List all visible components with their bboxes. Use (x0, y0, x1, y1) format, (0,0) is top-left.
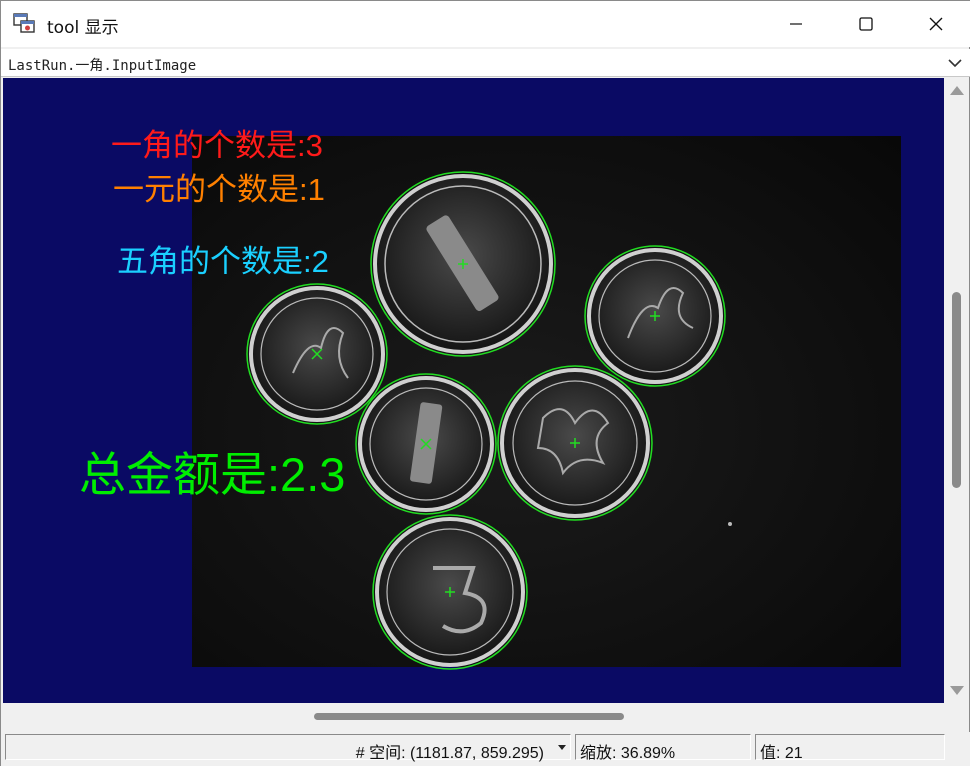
vertical-scroll-thumb[interactable] (952, 292, 961, 488)
image-display-canvas[interactable]: 一角的个数是:3 一元的个数是:1 五角的个数是:2 总金额是:2.3 (3, 78, 944, 703)
coin-1jiao-middle (355, 373, 497, 515)
pixel-value-readout: 值: 21 (760, 745, 803, 762)
tool-display-window: tool 显示 LastRun.一角.InputImage 一角的个数是:3 一… (0, 0, 970, 766)
title-bar[interactable]: tool 显示 (1, 1, 970, 47)
chevron-down-icon[interactable] (945, 53, 965, 73)
status-bar: # 空间: (1181.87, 859.295) 缩放: 36.89% 值: 2… (1, 732, 970, 766)
coin-1yuan (370, 171, 556, 357)
pixel-value-pane: 值: 21 (755, 734, 945, 762)
coin-1jiao-left (246, 283, 388, 425)
yuan-count-label: 一元的个数是:1 (113, 172, 325, 207)
coin-5jiao-top (584, 245, 726, 387)
horizontal-scrollbar[interactable] (3, 703, 944, 731)
coordinate-readout: # 空间: (1181.87, 859.295) (355, 745, 544, 762)
horizontal-scroll-thumb[interactable] (314, 713, 624, 720)
maximize-button[interactable] (831, 1, 901, 47)
wujiao-count-label: 五角的个数是:2 (117, 244, 329, 279)
close-button[interactable] (901, 1, 970, 47)
minimize-icon (790, 23, 802, 25)
vertical-scrollbar[interactable] (945, 78, 969, 703)
total-amount-label: 总金额是:2.3 (79, 448, 346, 501)
coordinate-space-selector[interactable]: # 空间: (1181.87, 859.295) (5, 734, 571, 762)
window-title: tool 显示 (47, 18, 119, 38)
zoom-readout: 缩放: 36.89% (580, 745, 676, 762)
display-window-icon (13, 13, 35, 33)
maximize-icon (859, 17, 873, 31)
image-selector-dropdown[interactable]: LastRun.一角.InputImage (1, 49, 970, 77)
dropdown-arrow-icon[interactable] (558, 745, 566, 750)
close-icon (929, 17, 943, 31)
coin-5jiao-bottom (497, 365, 653, 521)
scroll-up-arrow-icon[interactable] (950, 86, 964, 95)
zoom-readout-pane: 缩放: 36.89% (575, 734, 751, 762)
image-selector-value: LastRun.一角.InputImage (8, 58, 197, 74)
scroll-down-arrow-icon[interactable] (950, 686, 964, 695)
coin-1jiao-bottom (372, 514, 528, 670)
minimize-button[interactable] (761, 1, 831, 47)
jiao-count-label: 一角的个数是:3 (111, 128, 323, 163)
